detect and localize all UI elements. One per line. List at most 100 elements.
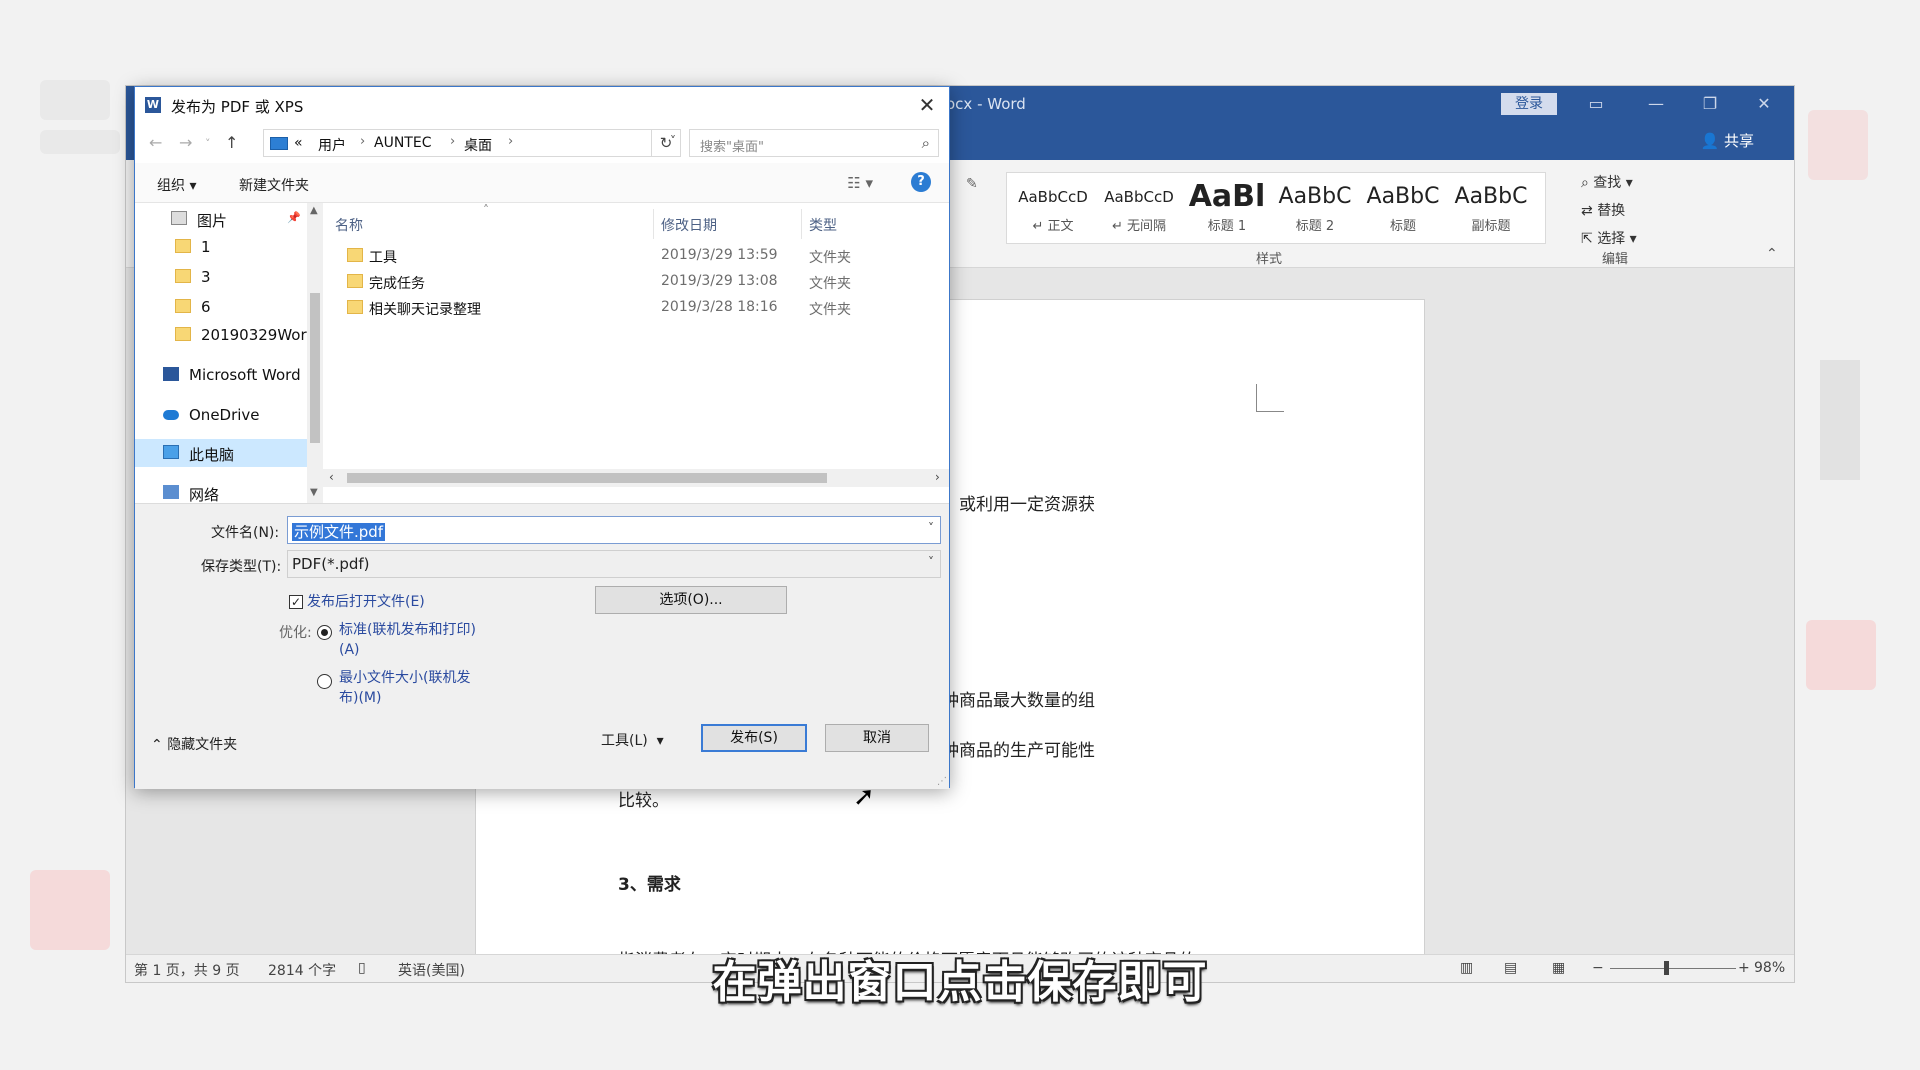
doc-heading: 3、需求 — [618, 875, 681, 895]
tree-item-microsoft-word[interactable]: Microsoft Word — [135, 361, 307, 389]
style-normal[interactable]: AaBbCcD ↵ 正文 — [1011, 179, 1095, 241]
new-folder-button[interactable]: 新建文件夹 — [239, 175, 309, 195]
scroll-right-icon[interactable]: › — [935, 470, 940, 484]
collapse-ribbon-icon[interactable]: ⌃ — [1766, 246, 1778, 262]
refresh-icon[interactable]: ↻ — [651, 129, 681, 157]
column-divider[interactable] — [801, 209, 802, 239]
column-header-date[interactable]: 修改日期 — [661, 215, 717, 235]
tree-item-folder[interactable]: 20190329Word — [135, 321, 307, 349]
column-header-type[interactable]: 类型 — [809, 215, 837, 235]
chevron-right-icon[interactable]: › — [360, 134, 365, 149]
close-icon[interactable]: ✕ — [913, 91, 941, 119]
mouse-cursor-icon: ➚ — [853, 782, 875, 812]
style-no-spacing[interactable]: AaBbCcD ↵ 无间隔 — [1097, 179, 1181, 241]
view-options-icon[interactable]: ☷ ▾ — [847, 174, 873, 192]
word-title: ocx - Word — [946, 95, 1026, 113]
file-row[interactable]: 工具 2019/3/29 13:59 文件夹 — [323, 243, 949, 269]
up-icon[interactable]: ↑ — [225, 133, 238, 152]
scroll-thumb[interactable] — [347, 473, 827, 483]
folder-icon — [175, 239, 191, 253]
ribbon-display-icon[interactable]: ▭ — [1582, 91, 1610, 117]
breadcrumb-desktop[interactable]: 桌面 — [464, 135, 492, 155]
help-icon[interactable]: ? — [911, 172, 931, 192]
style-subtitle[interactable]: AaBbC 副标题 — [1449, 179, 1533, 241]
tree-item-folder[interactable]: 3 — [135, 263, 307, 291]
tree-scrollbar[interactable]: ▲ ▼ — [307, 203, 323, 503]
savetype-select[interactable]: PDF(*.pdf) ˅ — [287, 550, 941, 578]
chevron-right-icon[interactable]: › — [450, 134, 455, 149]
filename-input[interactable]: 示例文件.pdf ˅ — [287, 516, 941, 544]
search-placeholder: 搜索"桌面" — [700, 140, 764, 155]
background-shape — [1808, 110, 1868, 180]
chevron-right-icon[interactable]: › — [508, 134, 513, 149]
computer-icon — [270, 137, 288, 150]
restore-icon[interactable]: ❐ — [1696, 91, 1724, 117]
tree-item-folder[interactable]: 6 — [135, 293, 307, 321]
chevron-down-icon[interactable]: ˅ — [928, 555, 934, 569]
filename-value: 示例文件.pdf — [292, 523, 386, 541]
person-icon: 👤 — [1700, 132, 1720, 150]
file-row[interactable]: 完成任务 2019/3/29 13:08 文件夹 — [323, 269, 949, 295]
options-button[interactable]: 选项(O)... — [595, 586, 787, 614]
column-divider[interactable] — [653, 209, 654, 239]
cloud-icon — [163, 410, 179, 420]
share-button[interactable]: 👤 共享 — [1701, 130, 1754, 151]
hide-folders-button[interactable]: ⌃ 隐藏文件夹 — [151, 734, 237, 754]
styles-gallery: AaBbCcD ↵ 正文 AaBbCcD ↵ 无间隔 AaBl 标题 1 AaBbC 标… — [1006, 172, 1546, 244]
style-title[interactable]: AaBbC 标题 — [1361, 179, 1445, 241]
standard-radio[interactable] — [317, 625, 332, 640]
tools-button[interactable]: 工具(L) ▾ — [601, 730, 664, 750]
resize-grip-icon[interactable]: ⋰ — [937, 776, 947, 787]
cancel-button[interactable]: 取消 — [825, 724, 929, 752]
word-icon: W — [145, 97, 161, 113]
back-icon[interactable]: ← — [149, 133, 162, 152]
tree-item-folder[interactable]: 1 — [135, 233, 307, 261]
standard-label-key[interactable]: (A) — [339, 640, 360, 660]
horizontal-scrollbar[interactable]: ‹ › — [323, 469, 949, 487]
forward-icon[interactable]: → — [179, 133, 192, 152]
format-painter-icon[interactable]: ✎ — [966, 176, 978, 192]
minimize-icon[interactable]: — — [1642, 91, 1670, 117]
column-header-name[interactable]: 名称 — [335, 215, 363, 235]
save-options-form: 文件名(N): 示例文件.pdf ˅ 保存类型(T): PDF(*.pdf) ˅… — [135, 503, 949, 789]
organize-button[interactable]: 组织 ▾ — [157, 175, 196, 195]
minimum-size-label-2[interactable]: 布)(M) — [339, 688, 381, 708]
login-button[interactable]: 登录 — [1501, 93, 1557, 115]
share-label: 共享 — [1723, 132, 1754, 150]
style-heading-2[interactable]: AaBbC 标题 2 — [1273, 179, 1357, 241]
tree-item-this-pc[interactable]: 此电脑 — [135, 439, 307, 467]
tree-item-onedrive[interactable]: OneDrive — [135, 401, 307, 429]
standard-label[interactable]: 标准(联机发布和打印) — [339, 620, 476, 640]
computer-icon — [163, 445, 179, 459]
open-after-label[interactable]: 发布后打开文件(E) — [307, 592, 425, 612]
cursor-icon: ⇱ — [1581, 231, 1593, 247]
recent-dropdown-icon[interactable]: ˅ — [205, 137, 211, 150]
address-bar[interactable]: « 用户 › AUNTEC › 桌面 › ˅ — [263, 129, 681, 157]
style-heading-1[interactable]: AaBl 标题 1 — [1185, 179, 1269, 241]
minimum-size-radio[interactable] — [317, 674, 332, 689]
replace-button[interactable]: ⇄ 替换 — [1581, 200, 1625, 220]
publish-dialog: W 发布为 PDF 或 XPS ✕ ← → ˅ ↑ « 用户 › AUNTEC … — [134, 86, 950, 789]
chevron-down-icon[interactable]: ˅ — [928, 521, 934, 535]
open-after-checkbox[interactable]: ✓ — [289, 595, 303, 609]
search-icon: ⌕ — [921, 134, 930, 152]
scroll-thumb[interactable] — [310, 293, 320, 443]
search-input[interactable]: 搜索"桌面" ⌕ — [689, 129, 939, 157]
breadcrumb-overflow[interactable]: « — [294, 135, 303, 151]
close-icon[interactable]: ✕ — [1750, 91, 1778, 117]
pin-icon[interactable]: 📌 — [287, 211, 301, 224]
select-button[interactable]: ⇱ 选择 ▾ — [1581, 228, 1637, 248]
dialog-title: 发布为 PDF 或 XPS — [171, 98, 304, 116]
background-shape — [40, 130, 120, 154]
tree-item-pictures[interactable]: 图片 📌 — [135, 205, 307, 233]
find-button[interactable]: ⌕ 查找 ▾ — [1581, 172, 1633, 192]
folder-icon — [347, 274, 363, 288]
scroll-down-icon[interactable]: ▼ — [310, 487, 318, 498]
publish-button[interactable]: 发布(S) — [701, 724, 807, 752]
file-row[interactable]: 相关聊天记录整理 2019/3/28 18:16 文件夹 — [323, 295, 949, 321]
breadcrumb-users[interactable]: 用户 — [318, 135, 346, 155]
breadcrumb-auntec[interactable]: AUNTEC — [374, 135, 431, 151]
scroll-up-icon[interactable]: ▲ — [310, 205, 318, 216]
minimum-size-label[interactable]: 最小文件大小(联机发 — [339, 668, 470, 688]
scroll-left-icon[interactable]: ‹ — [329, 470, 334, 484]
